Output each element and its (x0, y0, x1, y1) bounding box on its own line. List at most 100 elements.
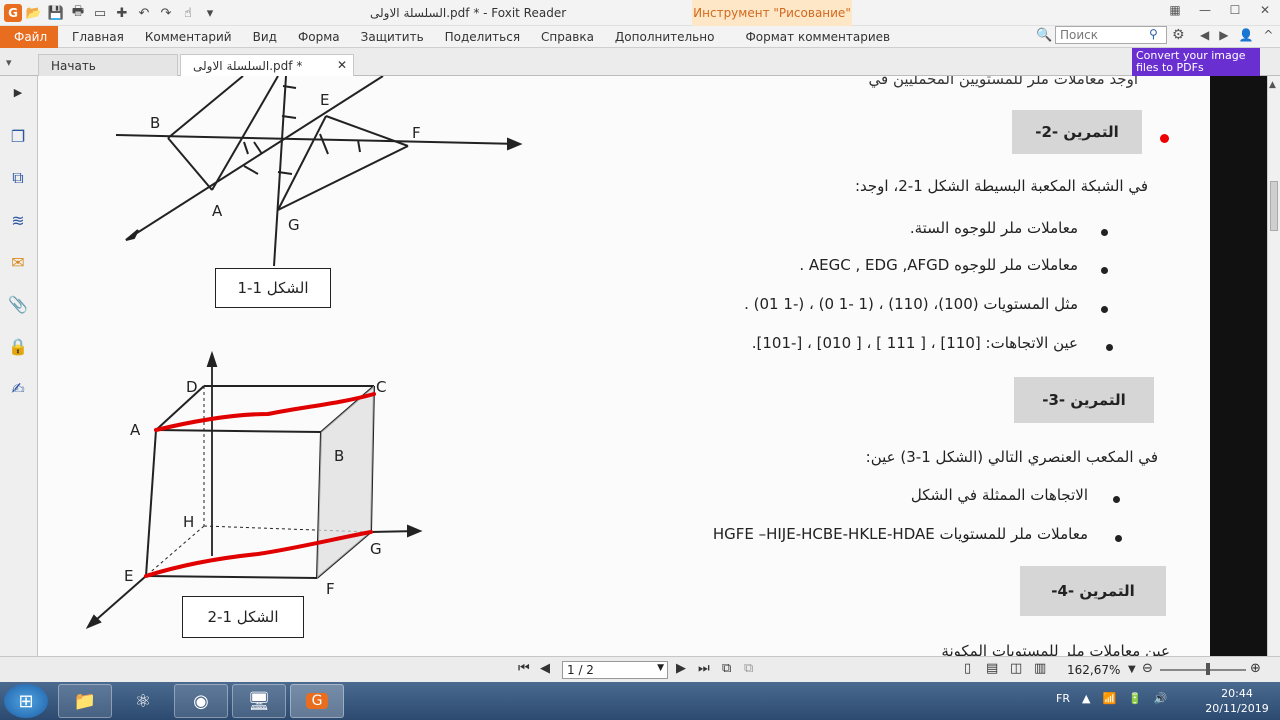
page-edge-shadow (1210, 76, 1267, 656)
first-page-icon[interactable]: ⏮ (518, 661, 530, 676)
volume-icon[interactable]: 🔊 (1154, 692, 1168, 705)
facing-page-icon[interactable]: ◫ (1010, 661, 1022, 676)
expand-pane-icon[interactable]: ▶ (6, 80, 30, 104)
chrome-taskbar-icon[interactable]: ◉ (174, 684, 228, 718)
status-bar: ⏮ ◀ 1 / 2 ▼ ▶ ⏭ ⧉ ⧉ ▯ ▤ ◫ ▥ 162,67% ▼ ⊖ … (0, 656, 1280, 682)
tab-extras[interactable]: Дополнительно (615, 30, 715, 44)
print-icon[interactable]: 🖶 (68, 3, 88, 23)
page-number-field[interactable]: 1 / 2 ▼ (562, 661, 668, 679)
scroll-up-icon[interactable]: ▲ (1269, 80, 1276, 90)
scan-icon[interactable]: ▭ (90, 3, 110, 23)
minimize-icon[interactable]: — (1190, 0, 1220, 20)
tab-share[interactable]: Поделиться (445, 30, 520, 44)
previous-view-icon[interactable]: ⧉ (722, 661, 731, 676)
zoom-in-icon[interactable]: ⊕ (1250, 661, 1261, 676)
figure-1-2-label: الشكل 1-2 (182, 596, 304, 638)
fig2-point-a: A (130, 421, 141, 439)
window-controls: ▦ — ☐ ✕ (1160, 0, 1280, 20)
document-view[interactable]: B E F A G D C A B H G E F الشكل 1-1 الشك… (38, 76, 1267, 656)
tab-help[interactable]: Справка (541, 30, 594, 44)
fig1-edge-ba (167, 137, 213, 191)
foxit-taskbar-icon[interactable]: G (290, 684, 344, 718)
tab-active-document[interactable]: السلسلة الاولى.pdf * ✕ (180, 54, 354, 76)
tab-comment[interactable]: Комментарий (145, 30, 232, 44)
signature-icon[interactable]: ✍ (6, 376, 30, 400)
convert-promo-banner[interactable]: Convert your image files to PDFs (1132, 48, 1260, 76)
next-page-icon[interactable]: ▶ (676, 661, 686, 676)
atom-app-taskbar-icon[interactable]: ⚛ (116, 684, 170, 718)
close-tab-icon[interactable]: ✕ (337, 58, 347, 72)
layers-icon[interactable]: ≋ (6, 208, 30, 232)
window-title: السلسلة الاولى.pdf * - Foxit Reader (370, 6, 567, 20)
tab-home[interactable]: Главная (72, 30, 124, 44)
restore-ribbon-icon[interactable]: ▦ (1160, 0, 1190, 20)
network-app-taskbar-icon[interactable]: 🖥 (232, 684, 286, 718)
tab-start-label: Начать (51, 59, 96, 73)
fig2-point-e: E (124, 567, 133, 585)
foxit-logo-icon[interactable]: G (4, 4, 22, 22)
foxit-logo-icon: G (305, 693, 329, 709)
save-icon[interactable]: 💾 (46, 3, 66, 23)
close-icon[interactable]: ✕ (1250, 0, 1280, 20)
single-page-icon[interactable]: ▯ (964, 661, 971, 676)
exercise-3-heading: التمرين -3- (1014, 377, 1154, 423)
customize-toolbar-icon[interactable]: ▾ (200, 3, 220, 23)
tab-file[interactable]: Файл (0, 26, 58, 48)
zoom-dropdown-icon[interactable]: ▼ (1128, 664, 1136, 675)
fig2-point-d: D (186, 378, 198, 396)
zoom-slider-thumb[interactable] (1206, 663, 1210, 675)
bullet (1106, 344, 1113, 351)
search-icon[interactable]: ⚲ (1149, 27, 1158, 41)
continuous-facing-icon[interactable]: ▥ (1034, 661, 1046, 676)
security-icon[interactable]: 🔒 (6, 334, 30, 358)
zoom-slider[interactable] (1160, 669, 1246, 671)
gear-icon[interactable]: ⚙ (1172, 27, 1185, 43)
windows-taskbar: ⊞ 📁 ⚛ ◉ 🖥 G FR ▲ 📶 🔋 🔊 20:44 20/11/2019 (0, 682, 1280, 720)
network-icon[interactable]: 📶 (1102, 692, 1116, 705)
arrow-left-icon[interactable]: ◀ (1200, 28, 1209, 42)
zoom-out-icon[interactable]: ⊖ (1142, 661, 1153, 676)
maximize-icon[interactable]: ☐ (1220, 0, 1250, 20)
continuous-page-icon[interactable]: ▤ (986, 661, 998, 676)
tab-start[interactable]: Начать (38, 54, 178, 76)
new-document-icon[interactable]: ✚ (112, 3, 132, 23)
battery-icon[interactable]: 🔋 (1128, 692, 1142, 705)
tab-form[interactable]: Форма (298, 30, 340, 44)
comments-icon[interactable]: ✉ (6, 250, 30, 274)
user-icon[interactable]: 👤 (1238, 28, 1253, 42)
collapse-ribbon-icon[interactable]: ^ (1263, 28, 1273, 42)
fig1-point-b: B (150, 114, 160, 132)
language-indicator[interactable]: FR (1056, 692, 1070, 705)
attachments-icon[interactable]: 📎 (6, 292, 30, 316)
previous-page-icon[interactable]: ◀ (540, 661, 550, 676)
hand-tool-icon[interactable]: ☝ (178, 3, 198, 23)
taskbar-clock[interactable]: 20:44 20/11/2019 (1200, 686, 1274, 716)
zoom-level[interactable]: 162,67% (1067, 663, 1120, 677)
tabs-menu-icon[interactable]: ▾ (6, 56, 12, 69)
explorer-taskbar-icon[interactable]: 📁 (58, 684, 112, 718)
chevron-down-icon[interactable]: ▼ (657, 663, 664, 673)
fig1-axis-arrowhead (507, 137, 523, 151)
tray-expand-icon[interactable]: ▲ (1082, 692, 1090, 705)
start-button-icon[interactable]: ⊞ (4, 684, 48, 718)
scroll-thumb[interactable] (1270, 181, 1278, 231)
drawing-tool-context-label: Инструмент "Рисование" (692, 0, 852, 26)
tab-comment-format[interactable]: Формат комментариев (745, 30, 890, 44)
redo-icon[interactable]: ↷ (156, 3, 176, 23)
pages-icon[interactable]: ⧉ (6, 166, 30, 190)
bullet (1101, 267, 1108, 274)
open-folder-icon[interactable]: 📂 (24, 3, 44, 23)
find-icon[interactable]: 🔍 (1036, 28, 1052, 43)
quick-access-toolbar: G 📂 💾 🖶 ▭ ✚ ↶ ↷ ☝ ▾ (4, 3, 220, 23)
arrow-right-icon[interactable]: ▶ (1219, 28, 1228, 42)
exercise-3-item-1: الاتجاهات الممثلة في الشكل (910, 486, 1088, 504)
exercise-2-item-2: معاملات ملر للوجوه AEGC , EDG ,AFGD . (799, 256, 1078, 274)
tab-protect[interactable]: Защитить (361, 30, 424, 44)
next-view-icon[interactable]: ⧉ (744, 661, 753, 676)
undo-icon[interactable]: ↶ (134, 3, 154, 23)
fig1-edge-b-top (167, 76, 244, 139)
vertical-scrollbar[interactable]: ▲ (1267, 76, 1280, 656)
bookmarks-icon[interactable]: ❐ (6, 124, 30, 148)
tab-view[interactable]: Вид (253, 30, 277, 44)
last-page-icon[interactable]: ⏭ (698, 661, 710, 676)
